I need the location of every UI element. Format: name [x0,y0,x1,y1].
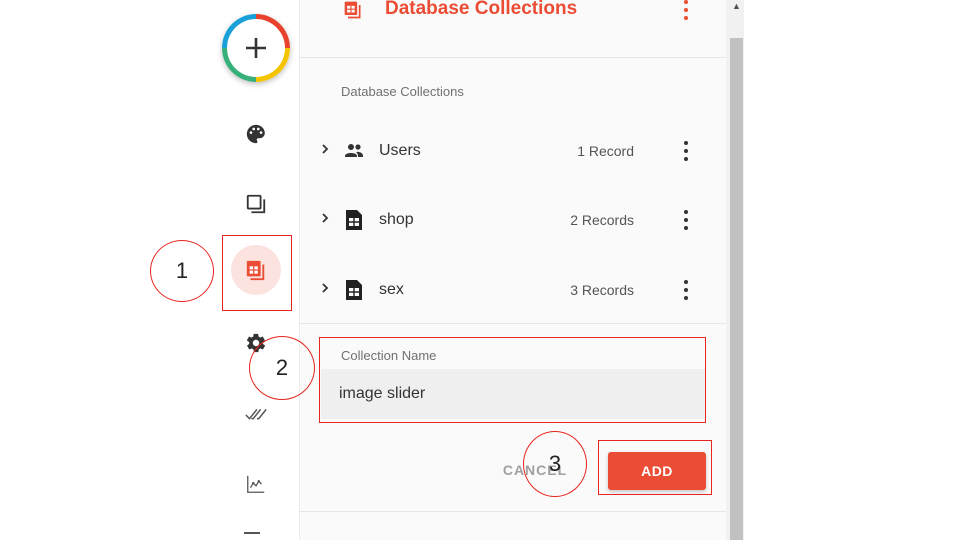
panel-title: Database Collections [385,0,578,19]
annotation-box-1 [222,235,292,311]
row-more-menu-button[interactable] [683,280,689,300]
record-count: 2 Records [570,212,634,228]
collection-row-users[interactable]: Users 1 Record [299,126,726,176]
palette-icon[interactable] [244,122,268,146]
collection-name: sex [379,281,404,298]
annotation-box-2 [319,337,706,423]
annotation-marker-2: 2 [249,336,315,400]
row-more-menu-button[interactable] [683,210,689,230]
more-vert-icon [683,141,689,161]
divider [299,57,726,58]
collection-row-shop[interactable]: shop 2 Records [299,195,726,245]
database-icon [343,0,363,20]
collection-name: Users [379,142,421,159]
divider [299,323,726,324]
row-more-menu-button[interactable] [683,141,689,161]
double-check-icon[interactable] [244,402,268,426]
collection-row-sex[interactable]: sex 3 Records [299,265,726,315]
chevron-right-icon[interactable] [321,282,331,294]
analytics-icon[interactable] [244,472,268,496]
chevron-right-icon[interactable] [321,212,331,224]
annotation-marker-3: 3 [523,431,587,497]
scroll-up-arrow-icon[interactable]: ▲ [730,0,743,12]
layers-icon[interactable] [244,192,268,216]
collection-name: shop [379,211,414,228]
divider [299,511,726,512]
rail-item-partial [244,532,260,540]
more-vert-icon [683,0,689,20]
chevron-right-icon[interactable] [321,143,331,155]
users-icon [342,139,366,163]
table-icon [342,278,366,302]
more-vert-icon [683,210,689,230]
annotation-marker-1: 1 [150,240,214,302]
add-fab-button[interactable] [222,14,290,82]
section-label: Database Collections [341,84,464,99]
more-vert-icon [683,280,689,300]
annotation-box-3 [598,440,712,495]
record-count: 1 Record [577,143,634,159]
scrollbar-thumb[interactable] [730,38,743,540]
panel-more-menu-button[interactable] [683,0,689,20]
plus-icon [227,19,285,77]
table-icon [342,208,366,232]
record-count: 3 Records [570,282,634,298]
